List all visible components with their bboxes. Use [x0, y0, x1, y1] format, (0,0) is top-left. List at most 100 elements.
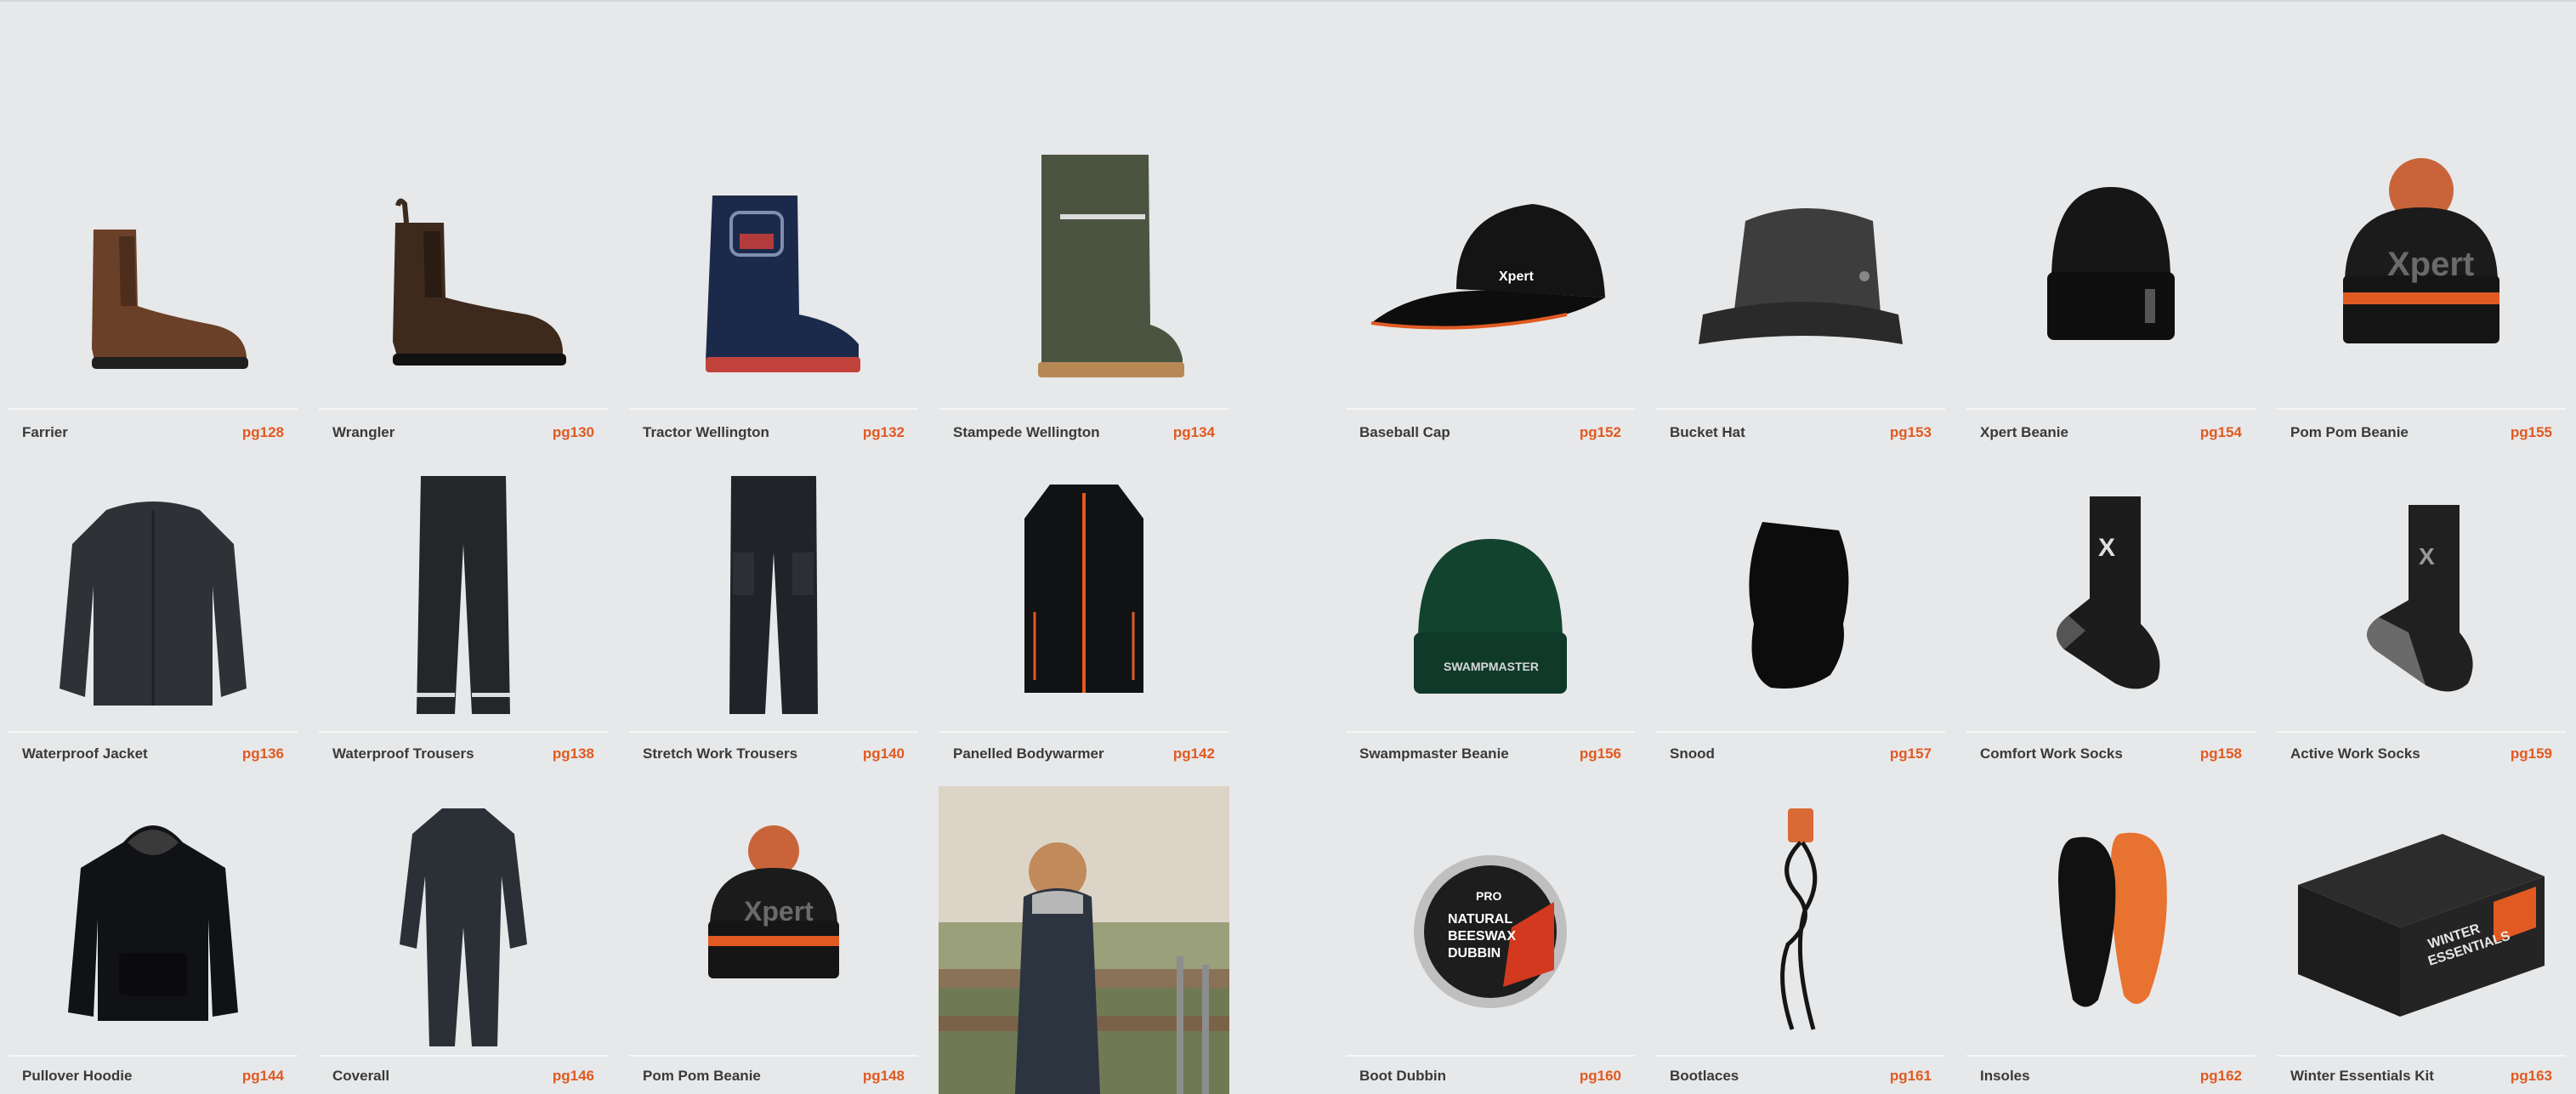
dubbin-pro-label: PRO — [1476, 889, 1501, 903]
product-name: Active Work Socks — [2290, 745, 2420, 762]
divider — [629, 408, 918, 410]
pom-pom-beanie-icon: Xpert — [2343, 158, 2499, 343]
svg-text:X: X — [2419, 543, 2435, 570]
baseball-cap-icon: Xpert — [1370, 204, 1605, 330]
chelsea-boot-icon — [393, 198, 566, 366]
product-name: Snood — [1670, 745, 1715, 762]
brand-label: Xpert — [2387, 246, 2474, 283]
page-reference[interactable]: pg156 — [1580, 745, 1621, 762]
page-reference[interactable]: pg148 — [863, 1068, 905, 1085]
product-name: Wrangler — [332, 424, 395, 440]
page-reference[interactable]: pg154 — [2200, 424, 2242, 441]
sock-icon: X — [2057, 496, 2160, 689]
bootlaces-icon — [1780, 808, 1818, 1030]
product-image — [629, 0, 918, 408]
divider — [2277, 1055, 2566, 1057]
page-reference[interactable]: pg159 — [2511, 745, 2552, 762]
page-reference[interactable]: pg128 — [242, 424, 284, 441]
jacket-icon — [60, 502, 247, 706]
divider — [939, 731, 1228, 733]
page-reference[interactable]: pg138 — [553, 745, 594, 762]
page-reference[interactable]: pg142 — [1173, 745, 1215, 762]
page-reference[interactable]: pg161 — [1890, 1068, 1932, 1085]
product-image: X — [2277, 468, 2566, 731]
svg-text:X: X — [2098, 534, 2115, 562]
bucket-hat-icon — [1699, 208, 1903, 344]
divider — [1656, 731, 1945, 733]
product-image — [319, 468, 608, 731]
page-reference[interactable]: pg162 — [2200, 1068, 2242, 1085]
brand-label: Xpert — [1499, 269, 1535, 284]
divider — [319, 408, 608, 410]
page-reference[interactable]: pg134 — [1173, 424, 1215, 441]
page-reference[interactable]: pg155 — [2511, 424, 2552, 441]
product-image — [9, 786, 298, 1055]
product-name: Winter Essentials Kit — [2290, 1068, 2434, 1084]
beanie-icon: SWAMPMASTER — [1414, 539, 1567, 694]
page-reference[interactable]: pg144 — [242, 1068, 284, 1085]
product-name: Insoles — [1980, 1068, 2030, 1084]
page-reference[interactable]: pg136 — [242, 745, 284, 762]
product-image — [1656, 0, 1945, 408]
child-photo-icon — [939, 786, 1229, 1094]
product-image: Xpert — [2277, 0, 2566, 408]
product-image: Xpert — [1346, 0, 1635, 408]
product-name: Bucket Hat — [1670, 424, 1745, 440]
product-image — [1966, 786, 2255, 1055]
product-name: Tractor Wellington — [643, 424, 769, 440]
product-image — [319, 786, 608, 1055]
page-reference[interactable]: pg157 — [1890, 745, 1932, 762]
product-name: Stampede Wellington — [953, 424, 1100, 440]
divider — [2277, 408, 2566, 410]
dubbin-line-1: NATURAL — [1448, 912, 1512, 927]
page-reference[interactable]: pg140 — [863, 745, 905, 762]
sock-icon: X — [2367, 505, 2473, 692]
divider — [1346, 1055, 1635, 1057]
pom-pom-beanie-icon: Xpert — [708, 825, 839, 978]
coverall-icon — [400, 808, 527, 1046]
page-reference[interactable]: pg153 — [1890, 424, 1932, 441]
page-reference[interactable]: pg130 — [553, 424, 594, 441]
dubbin-line-2: BEESWAX — [1448, 929, 1516, 944]
beanie-icon — [2047, 187, 2175, 340]
product-image: Xpert — [629, 786, 918, 1055]
divider — [939, 408, 1228, 410]
wellington-icon — [706, 196, 860, 372]
page-reference[interactable]: pg158 — [2200, 745, 2242, 762]
trousers-icon — [729, 476, 818, 714]
product-name: Baseball Cap — [1359, 424, 1450, 440]
page-reference[interactable]: pg152 — [1580, 424, 1621, 441]
divider — [1346, 408, 1635, 410]
lifestyle-photo — [939, 786, 1229, 1094]
product-image — [1966, 0, 2255, 408]
divider — [1966, 408, 2255, 410]
product-image — [1656, 786, 1945, 1055]
product-name: Stretch Work Trousers — [643, 745, 798, 762]
product-name: Comfort Work Socks — [1980, 745, 2123, 762]
product-image — [1656, 468, 1945, 731]
page-reference[interactable]: pg132 — [863, 424, 905, 441]
product-name: Waterproof Jacket — [22, 745, 148, 762]
page-reference[interactable]: pg163 — [2511, 1068, 2552, 1085]
divider — [1656, 408, 1945, 410]
product-image — [939, 468, 1228, 731]
product-image — [9, 0, 298, 408]
trousers-icon — [417, 476, 510, 714]
divider — [1346, 731, 1635, 733]
hoodie-icon — [68, 825, 238, 1021]
divider — [9, 408, 298, 410]
product-image: PRO NATURAL BEESWAX DUBBIN — [1346, 786, 1635, 1055]
page-reference[interactable]: pg160 — [1580, 1068, 1621, 1085]
brand-label: SWAMPMASTER — [1444, 660, 1539, 673]
product-image — [319, 0, 608, 408]
snood-icon — [1749, 522, 1849, 689]
gift-box-icon: WINTER ESSENTIALS — [2298, 834, 2545, 1017]
product-image — [629, 468, 918, 731]
product-name: Coverall — [332, 1068, 390, 1084]
page-reference[interactable]: pg146 — [553, 1068, 594, 1085]
product-image — [9, 468, 298, 731]
product-image: X — [1966, 468, 2255, 731]
brand-label: Xpert — [744, 896, 814, 927]
product-image: SWAMPMASTER — [1346, 468, 1635, 731]
divider — [1656, 1055, 1945, 1057]
